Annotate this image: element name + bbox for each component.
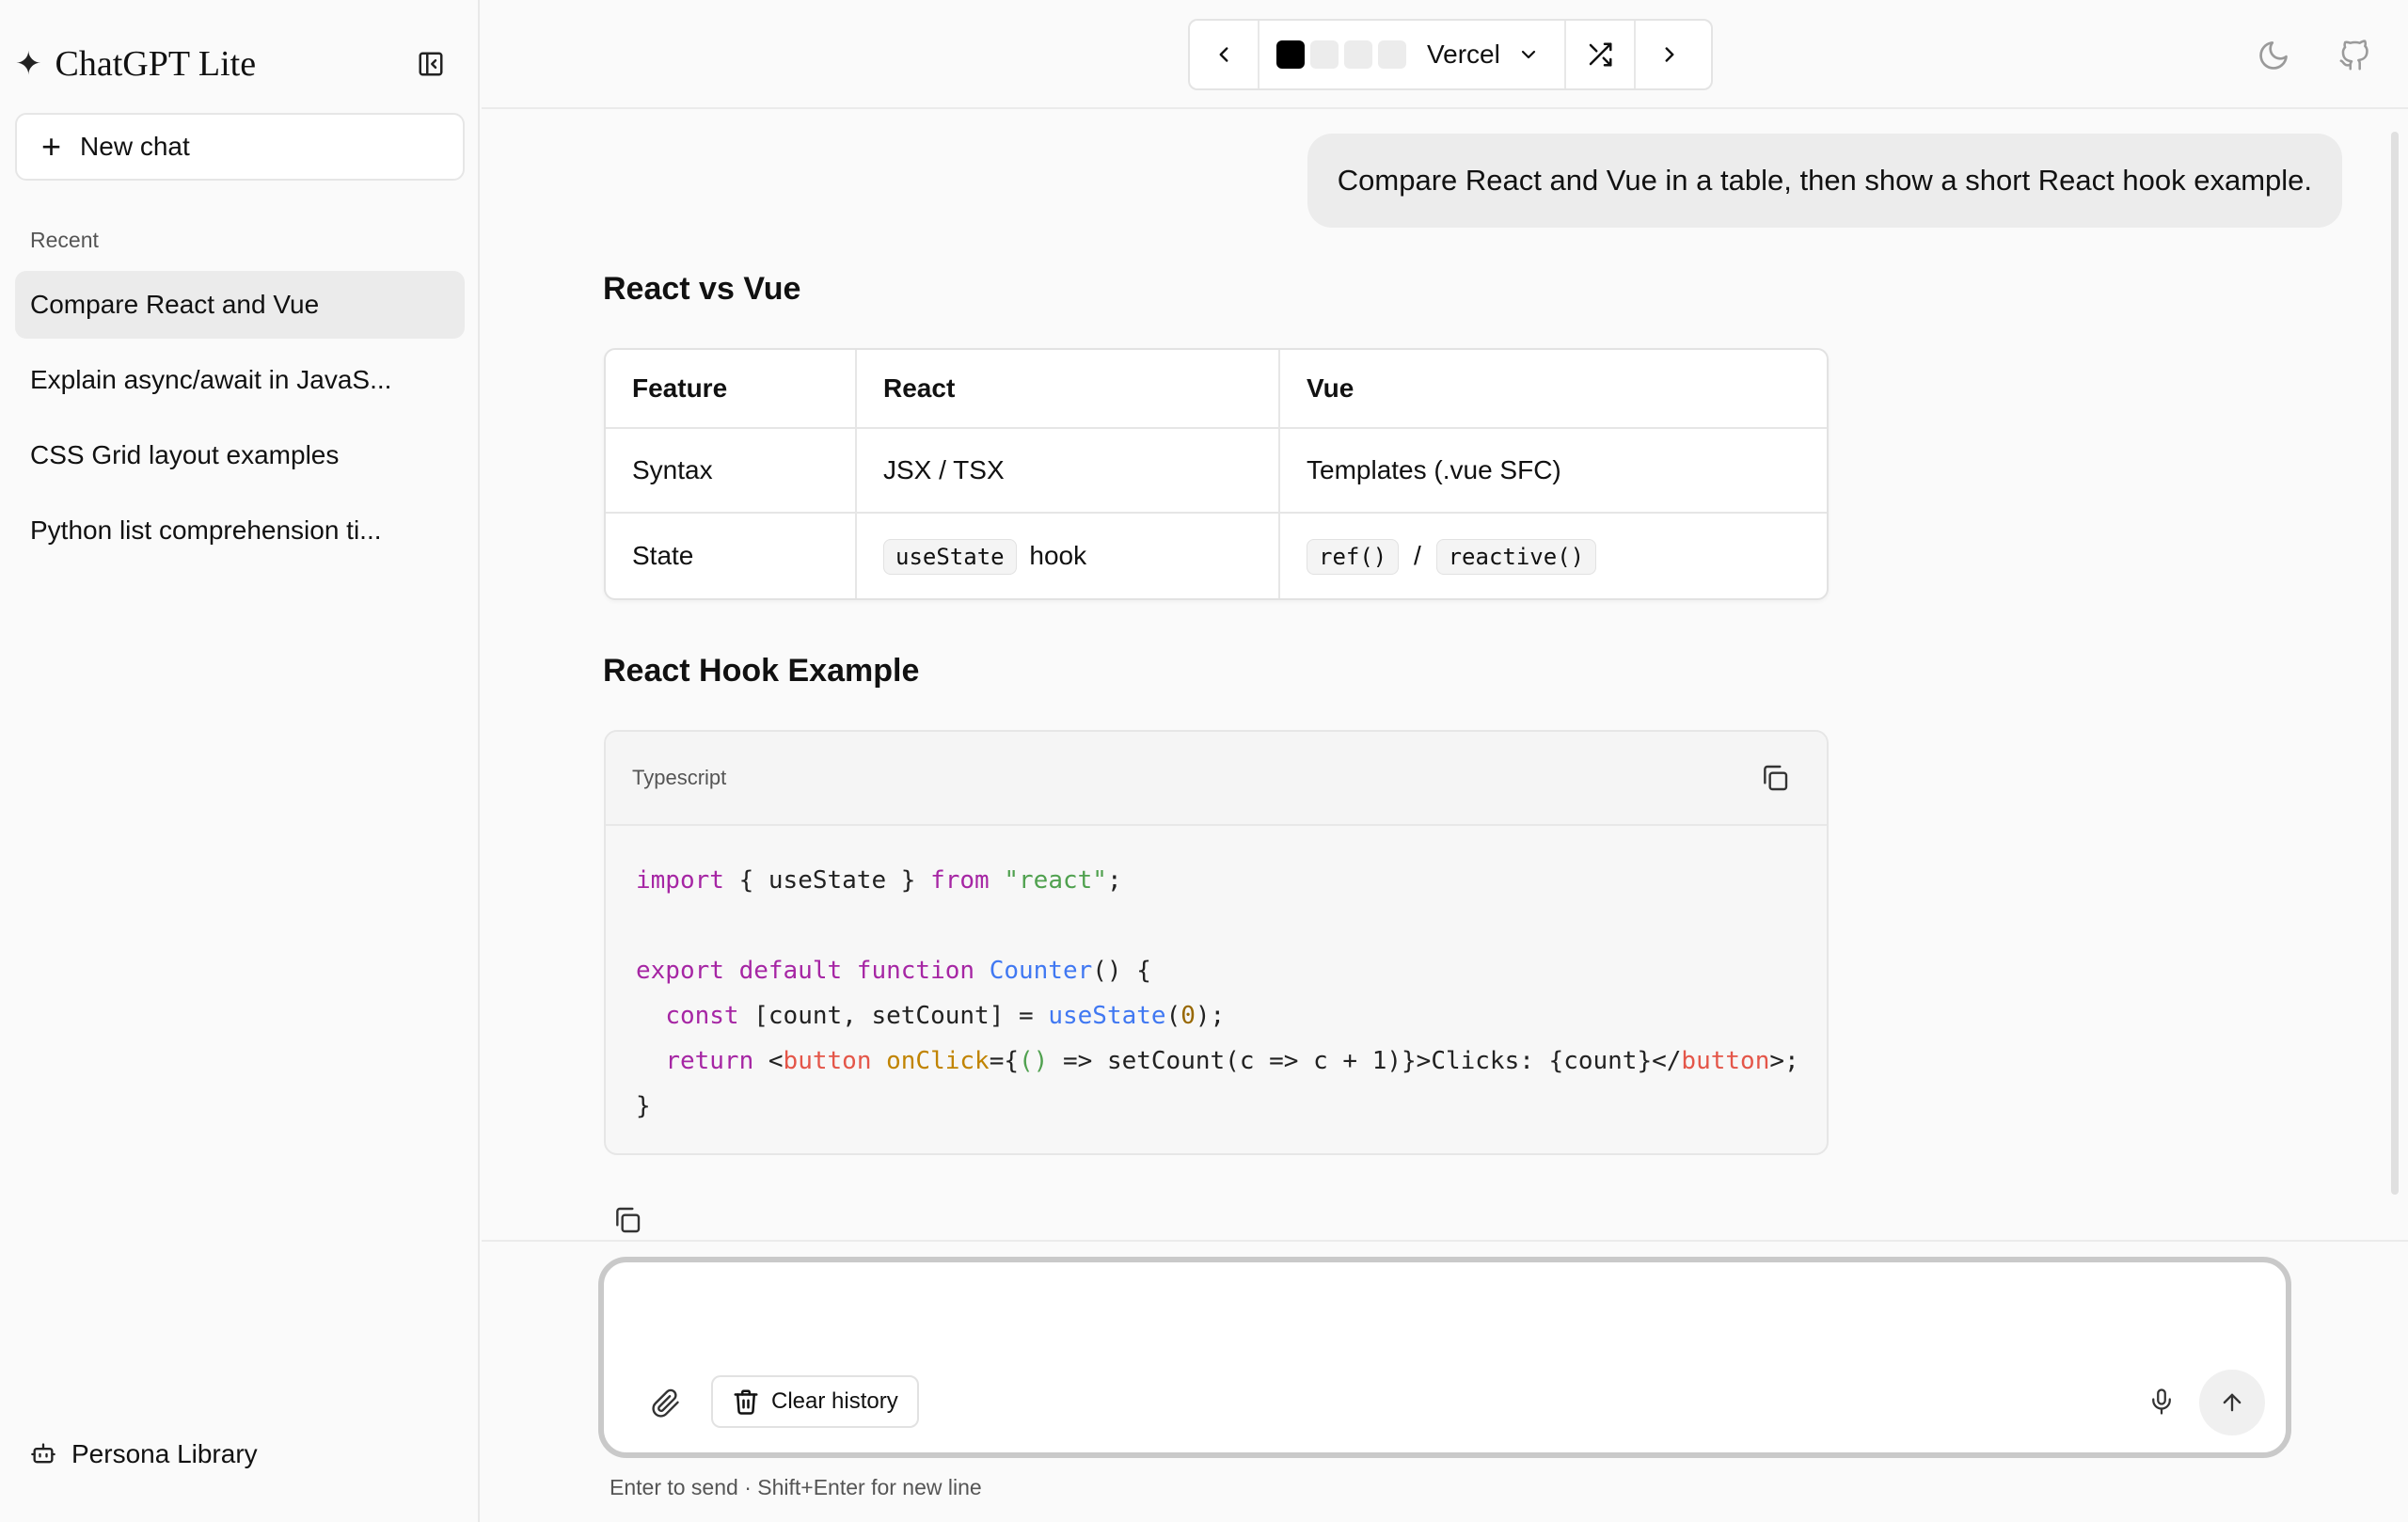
- composer-hint: Enter to send · Shift+Enter for new line: [610, 1475, 982, 1499]
- robot-icon: [30, 1441, 56, 1467]
- table-row: State useState hook ref() / reactive(): [606, 513, 1827, 598]
- theme-switcher: Vercel: [1188, 19, 1713, 90]
- chat-item-python-list[interactable]: Python list comprehension ti...: [15, 497, 465, 564]
- collapse-sidebar-button[interactable]: [412, 45, 450, 83]
- chat-item-css-grid[interactable]: CSS Grid layout examples: [15, 421, 465, 489]
- code-line: }: [636, 1092, 651, 1120]
- sparkle-icon: ✦: [15, 46, 42, 82]
- theme-swatch: [1344, 40, 1372, 69]
- persona-library-button[interactable]: Persona Library: [30, 1439, 258, 1469]
- code-line: import { useState } from "react";: [636, 866, 1122, 895]
- code-block-header: Typescript: [606, 732, 1827, 826]
- microphone-icon: [2152, 1388, 2171, 1415]
- recent-label: Recent: [30, 228, 99, 252]
- code-line: const [count, setCount] = useState(0);: [665, 1002, 1226, 1030]
- chat-item-compare-react-vue[interactable]: Compare React and Vue: [15, 271, 465, 339]
- scrollbar[interactable]: [2391, 132, 2399, 1195]
- clear-history-button[interactable]: Clear history: [711, 1375, 919, 1428]
- chat-history-list: Compare React and Vue Explain async/awai…: [15, 271, 465, 572]
- shuffle-theme-button[interactable]: [1566, 21, 1636, 88]
- plus-icon: +: [41, 127, 62, 166]
- trash-icon: [732, 1387, 760, 1416]
- dark-mode-toggle[interactable]: [2254, 36, 2293, 75]
- github-link[interactable]: [2335, 36, 2374, 75]
- table-row: Syntax JSX / TSX Templates (.vue SFC): [606, 428, 1827, 514]
- message-input[interactable]: [623, 1277, 2263, 1366]
- new-chat-button[interactable]: + New chat: [15, 113, 465, 181]
- response-heading-comparison: React vs Vue: [603, 271, 801, 307]
- theme-swatch: [1310, 40, 1339, 69]
- code-content: import { useState } from "react"; export…: [606, 826, 1827, 1129]
- new-chat-label: New chat: [80, 132, 190, 161]
- persona-library-label: Persona Library: [71, 1439, 258, 1468]
- comparison-table: Feature React Vue Syntax JSX / TSX Templ…: [604, 348, 1829, 600]
- next-theme-button[interactable]: [1636, 21, 1703, 88]
- previous-theme-button[interactable]: [1190, 21, 1259, 88]
- response-heading-hook-example: React Hook Example: [603, 653, 920, 689]
- table-cell: State: [606, 513, 857, 598]
- copy-icon: [616, 1207, 641, 1233]
- copy-icon: [1764, 765, 1788, 791]
- separator: /: [1414, 541, 1421, 570]
- code-line: return <button onClick={() => setCount(c…: [665, 1047, 1799, 1075]
- attach-file-button[interactable]: [645, 1383, 687, 1424]
- cell-text: hook: [1029, 541, 1087, 570]
- theme-select[interactable]: Vercel: [1259, 21, 1566, 88]
- table-header: Vue: [1279, 350, 1827, 429]
- table-cell: JSX / TSX: [856, 428, 1280, 514]
- theme-swatch: [1378, 40, 1406, 69]
- arrow-up-icon: [2223, 1393, 2242, 1412]
- table-header: Feature: [606, 350, 857, 429]
- table-cell: useState hook: [856, 513, 1280, 598]
- clear-history-label: Clear history: [771, 1388, 898, 1414]
- table-cell: Templates (.vue SFC): [1279, 428, 1827, 514]
- paperclip-icon: [652, 1388, 679, 1418]
- chevron-left-icon: [1219, 47, 1228, 62]
- github-icon: [2339, 40, 2368, 71]
- table-header: React: [856, 350, 1280, 429]
- shuffle-icon: [1589, 42, 1612, 67]
- inline-code: ref(): [1307, 539, 1400, 575]
- moon-icon: [2259, 41, 2288, 70]
- send-button[interactable]: [2199, 1370, 2265, 1435]
- voice-input-button[interactable]: [2141, 1381, 2182, 1422]
- inline-code: reactive(): [1435, 539, 1597, 575]
- chevron-down-icon: [1517, 43, 1540, 66]
- code-line: export default function Counter() {: [636, 957, 1151, 985]
- chat-item-async-await[interactable]: Explain async/await in JavaS...: [15, 346, 465, 414]
- code-block: Typescript import { useState } from "rea…: [604, 730, 1829, 1155]
- app-title: ChatGPT Lite: [55, 44, 257, 84]
- brand: ✦ ChatGPT Lite: [15, 40, 256, 88]
- theme-name: Vercel: [1427, 40, 1500, 69]
- table-cell: Syntax: [606, 428, 857, 514]
- message-composer: Clear history: [598, 1257, 2291, 1458]
- theme-swatch: [1276, 40, 1305, 69]
- chevron-right-icon: [1665, 47, 1674, 62]
- sidebar-toggle-icon: [419, 52, 443, 76]
- inline-code: useState: [883, 539, 1017, 575]
- top-bar: Vercel: [482, 0, 2408, 109]
- table-cell: ref() / reactive(): [1279, 513, 1827, 598]
- sidebar: ✦ ChatGPT Lite + New chat Recent Compare…: [0, 0, 480, 1522]
- user-message: Compare React and Vue in a table, then s…: [1307, 134, 2342, 228]
- copy-code-button[interactable]: [1757, 760, 1793, 796]
- code-language-label: Typescript: [632, 766, 727, 789]
- copy-message-button[interactable]: [610, 1202, 645, 1238]
